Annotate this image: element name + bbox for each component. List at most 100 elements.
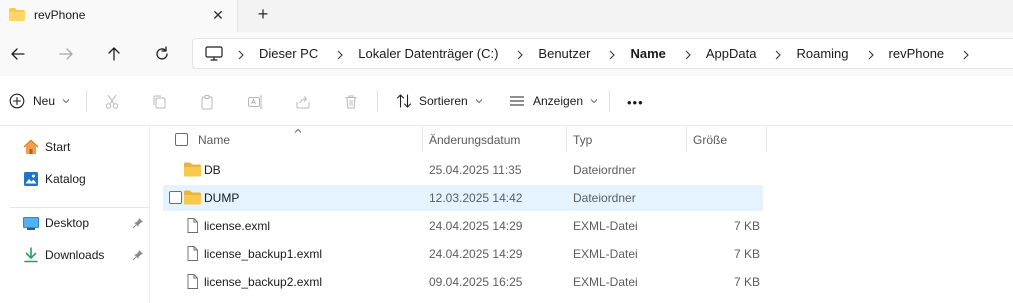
close-tab-button[interactable]: ✕: [209, 6, 227, 24]
sidebar-item-downloads[interactable]: Downloads: [22, 247, 146, 263]
view-button-label: Anzeigen: [533, 94, 584, 108]
chevron-right-icon[interactable]: [608, 49, 616, 59]
breadcrumb-item[interactable]: revPhone: [889, 46, 945, 61]
file-name: license.exml: [204, 219, 271, 233]
chevron-down-icon: [62, 99, 70, 104]
paste-icon[interactable]: [199, 94, 215, 110]
toolbar-divider: [377, 90, 378, 112]
file-modified: 24.04.2025 14:29: [429, 247, 523, 261]
copy-icon[interactable]: [151, 94, 167, 110]
breadcrumb-item[interactable]: Name: [630, 46, 665, 61]
address-bar[interactable]: Dieser PC Lokaler Datenträger (C:) Benutze…: [192, 38, 1013, 69]
column-header-type[interactable]: Typ: [573, 127, 592, 152]
file-name: license_backup2.exml: [204, 275, 323, 289]
file-row[interactable]: license_backup1.exml 24.04.2025 14:29 EXML…: [163, 241, 763, 267]
cut-icon[interactable]: [104, 94, 120, 110]
share-icon[interactable]: [295, 94, 311, 110]
file-row[interactable]: DUMP 12.03.2025 14:42 Dateiordner: [163, 185, 763, 211]
desktop-icon: [23, 217, 39, 230]
new-tab-button[interactable]: +: [253, 4, 273, 24]
file-icon: [184, 246, 201, 261]
breadcrumb-item[interactable]: Lokaler Datenträger (C:): [358, 46, 498, 61]
column-label: Änderungsdatum: [429, 132, 521, 147]
column-divider[interactable]: [766, 127, 767, 152]
file-name: license_backup1.exml: [204, 247, 323, 261]
column-header-name[interactable]: Name: [198, 127, 230, 152]
file-size: 7 KB: [733, 247, 760, 261]
computer-icon: [205, 46, 223, 61]
sidebar-item-label: Start: [45, 140, 71, 154]
pin-icon[interactable]: [132, 249, 144, 261]
toolbar-divider: [609, 90, 610, 112]
file-modified: 12.03.2025 14:42: [429, 191, 523, 205]
file-icon: [184, 218, 201, 233]
list-view-icon: [510, 96, 524, 106]
plus-circle-icon: [9, 93, 25, 109]
chevron-right-icon[interactable]: [962, 49, 970, 59]
column-header-size[interactable]: Größe: [693, 127, 727, 152]
folder-icon: [184, 162, 201, 177]
sort-button[interactable]: Sortieren: [396, 93, 483, 109]
breadcrumb-item[interactable]: Dieser PC: [259, 46, 318, 61]
file-icon: [184, 274, 201, 289]
chevron-right-icon[interactable]: [237, 49, 245, 59]
column-header-modified[interactable]: Änderungsdatum: [429, 127, 520, 152]
sidebar-item-start[interactable]: Start: [22, 139, 146, 155]
column-divider[interactable]: [566, 127, 567, 152]
breadcrumb-item[interactable]: Roaming: [796, 46, 848, 61]
gallery-icon: [24, 172, 38, 186]
delete-icon[interactable]: [343, 94, 359, 110]
sort-button-label: Sortieren: [419, 94, 468, 108]
back-arrow-icon[interactable]: [8, 44, 28, 64]
file-row[interactable]: license_backup2.exml 09.04.2025 16:25 EXML…: [163, 269, 763, 295]
chevron-right-icon[interactable]: [336, 49, 344, 59]
file-name: DB: [204, 163, 221, 177]
chevron-down-icon: [590, 99, 598, 104]
row-checkbox[interactable]: [169, 191, 182, 204]
rename-icon[interactable]: [247, 94, 263, 110]
column-divider[interactable]: [422, 127, 423, 152]
chevron-right-icon[interactable]: [516, 49, 524, 59]
column-label: Name: [198, 132, 231, 147]
file-name: DUMP: [204, 191, 240, 205]
chevron-right-icon[interactable]: [867, 49, 875, 59]
refresh-icon[interactable]: [152, 44, 172, 64]
column-divider[interactable]: [686, 127, 687, 152]
select-all-checkbox[interactable]: [175, 133, 188, 146]
chevron-down-icon: [475, 99, 483, 104]
sidebar-divider: [10, 207, 150, 208]
forward-arrow-icon[interactable]: [56, 44, 76, 64]
view-button[interactable]: Anzeigen: [509, 93, 598, 109]
sidebar-item-label: Downloads: [45, 248, 105, 262]
breadcrumb-item[interactable]: AppData: [706, 46, 757, 61]
folder-icon: [9, 8, 25, 21]
folder-icon: [184, 190, 201, 205]
chevron-right-icon[interactable]: [684, 49, 692, 59]
file-row[interactable]: license.exml 24.04.2025 14:29 EXML-Datei 7 …: [163, 213, 763, 239]
navigation-bar: Dieser PC Lokaler Datenträger (C:) Benutze…: [0, 32, 1013, 76]
toolbar-divider: [86, 90, 87, 112]
command-bar: Neu Sortieren Anzeigen •••: [0, 76, 1013, 126]
column-label: Größe: [693, 132, 728, 147]
file-type: EXML-Datei: [573, 247, 638, 261]
breadcrumb: Dieser PC Lokaler Datenträger (C:) Benutze…: [237, 39, 984, 68]
file-list: Name Änderungsdatum Typ Größe DB 25.04.20…: [151, 127, 1013, 303]
more-options-icon: •••: [627, 95, 644, 110]
new-button[interactable]: Neu: [9, 93, 70, 109]
file-type: EXML-Datei: [573, 275, 638, 289]
breadcrumb-item[interactable]: Benutzer: [538, 46, 590, 61]
more-options-button[interactable]: •••: [627, 95, 644, 110]
chevron-right-icon[interactable]: [774, 49, 782, 59]
up-arrow-icon[interactable]: [104, 44, 124, 64]
pin-icon[interactable]: [132, 217, 144, 229]
sidebar-item-desktop[interactable]: Desktop: [22, 215, 146, 231]
tab-revphone[interactable]: revPhone ✕: [0, 0, 238, 32]
sidebar-item-label: Katalog: [45, 172, 86, 186]
file-size: 7 KB: [733, 219, 760, 233]
column-label: Typ: [573, 132, 593, 147]
sidebar-item-katalog[interactable]: Katalog: [22, 171, 146, 187]
file-size: 7 KB: [733, 275, 760, 289]
sort-arrows-icon: [396, 94, 412, 108]
navigation-pane: Start Katalog Desktop Downloads: [0, 127, 150, 303]
file-row[interactable]: DB 25.04.2025 11:35 Dateiordner: [163, 157, 763, 183]
